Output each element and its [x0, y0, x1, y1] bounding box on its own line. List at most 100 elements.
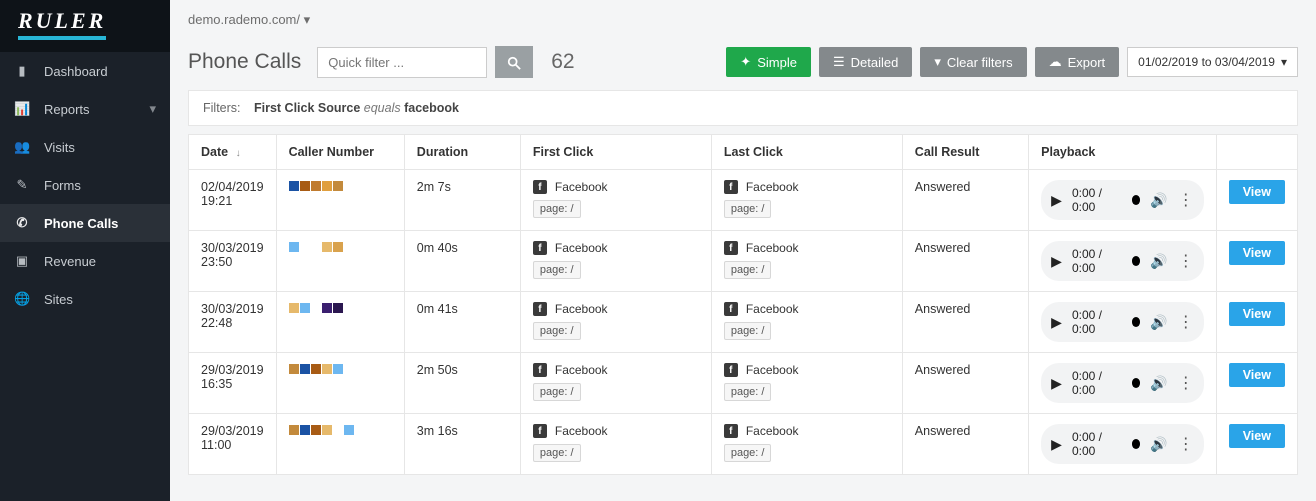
click-source: Facebook — [555, 180, 608, 194]
audio-player[interactable]: ▶0:00 / 0:00🔊⋮ — [1041, 363, 1204, 403]
clear-filters-button[interactable]: ▾ Clear filters — [920, 47, 1026, 77]
more-icon[interactable]: ⋮ — [1178, 251, 1194, 271]
audio-time: 0:00 / 0:00 — [1072, 430, 1122, 458]
play-button[interactable]: ▶ — [1051, 375, 1062, 392]
table-row: 29/03/201911:003m 16sfFacebookpage: /fFa… — [189, 414, 1298, 475]
more-icon[interactable]: ⋮ — [1178, 190, 1194, 210]
cell-actions: View — [1216, 231, 1297, 292]
facebook-icon: f — [533, 241, 547, 255]
more-icon[interactable]: ⋮ — [1178, 312, 1194, 332]
sidebar: RULER ▮Dashboard📊Reports▾👥Visits✎Forms✆P… — [0, 0, 170, 501]
progress-handle[interactable] — [1132, 317, 1141, 327]
sidebar-item-visits[interactable]: 👥Visits — [0, 128, 170, 166]
magic-icon: ✦ — [740, 54, 751, 70]
more-icon[interactable]: ⋮ — [1178, 373, 1194, 393]
click-source: Facebook — [746, 424, 799, 438]
audio-player[interactable]: ▶0:00 / 0:00🔊⋮ — [1041, 302, 1204, 342]
cell-duration: 2m 50s — [404, 353, 520, 414]
page-chip[interactable]: page: / — [533, 444, 581, 462]
detailed-button[interactable]: ☰ Detailed — [819, 47, 912, 77]
cell-last-click: fFacebookpage: / — [711, 231, 902, 292]
cell-date: 29/03/201911:00 — [189, 414, 277, 475]
cell-date: 30/03/201922:48 — [189, 292, 277, 353]
facebook-icon: f — [724, 424, 738, 438]
audio-player[interactable]: ▶ 0:00 / 0:00 🔊 ⋮ — [1041, 180, 1204, 220]
toolbar: Phone Calls 62 ✦ Simple ☰ Detailed ▾ Cle… — [170, 40, 1316, 90]
audio-player[interactable]: ▶ 0:00 / 0:00 🔊 ⋮ — [1041, 241, 1204, 281]
view-button[interactable]: View — [1229, 363, 1285, 387]
cell-duration: 0m 40s — [404, 231, 520, 292]
breadcrumb[interactable]: demo.rademo.com/ ▾ — [170, 0, 1316, 40]
breadcrumb-host[interactable]: demo.rademo.com/ — [188, 12, 300, 27]
play-button[interactable]: ▶ — [1051, 436, 1062, 453]
brand-logo[interactable]: RULER — [0, 0, 170, 52]
audio-time: 0:00 / 0:00 — [1072, 186, 1122, 214]
more-icon[interactable]: ⋮ — [1178, 434, 1194, 454]
audio-time: 0:00 / 0:00 — [1072, 247, 1122, 275]
date-range-picker[interactable]: 01/02/2019 to 03/04/2019 ▾ — [1127, 47, 1298, 77]
page-chip[interactable]: page: / — [724, 200, 772, 218]
chevron-down-icon[interactable]: ▾ — [304, 12, 311, 27]
sidebar-item-revenue[interactable]: ▣Revenue — [0, 242, 170, 280]
caller-number-redacted — [289, 424, 392, 438]
volume-icon[interactable]: 🔊 — [1150, 253, 1167, 270]
col-date[interactable]: Date ↓ — [189, 135, 277, 170]
play-button[interactable]: ▶ — [1051, 314, 1062, 331]
audio-player[interactable]: ▶ 0:00 / 0:00 🔊 ⋮ — [1041, 424, 1204, 464]
cell-last-click: fFacebookpage: / — [711, 353, 902, 414]
facebook-icon: f — [724, 302, 738, 316]
col-playback[interactable]: Playback — [1029, 135, 1217, 170]
page-chip[interactable]: page: / — [724, 444, 772, 462]
cell-caller — [276, 231, 404, 292]
facebook-icon: f — [724, 180, 738, 194]
export-button[interactable]: ☁ Export — [1035, 47, 1120, 77]
click-source: Facebook — [746, 363, 799, 377]
page-chip[interactable]: page: / — [533, 383, 581, 401]
view-button[interactable]: View — [1229, 180, 1285, 204]
play-button[interactable]: ▶ — [1051, 253, 1062, 270]
cell-playback: ▶0:00 / 0:00🔊⋮ — [1029, 353, 1217, 414]
page-chip[interactable]: page: / — [533, 200, 581, 218]
facebook-icon: f — [533, 180, 547, 194]
volume-icon[interactable]: 🔊 — [1150, 375, 1167, 392]
view-button[interactable]: View — [1229, 241, 1285, 265]
col-first[interactable]: First Click — [520, 135, 711, 170]
progress-handle[interactable] — [1132, 439, 1141, 449]
page-chip[interactable]: page: / — [533, 322, 581, 340]
view-button[interactable]: View — [1229, 302, 1285, 326]
cell-result: Answered — [902, 170, 1028, 231]
volume-icon[interactable]: 🔊 — [1150, 192, 1167, 209]
page-chip[interactable]: page: / — [724, 322, 772, 340]
cell-first-click: f Facebook page: / — [520, 170, 711, 231]
play-button[interactable]: ▶ — [1051, 192, 1062, 209]
volume-icon[interactable]: 🔊 — [1150, 436, 1167, 453]
caller-number-redacted — [289, 363, 392, 377]
page-chip[interactable]: page: / — [533, 261, 581, 279]
search-button[interactable] — [495, 46, 533, 78]
sidebar-item-dashboard[interactable]: ▮Dashboard — [0, 52, 170, 90]
cell-last-click: fFacebookpage: / — [711, 292, 902, 353]
progress-handle[interactable] — [1132, 256, 1141, 266]
sidebar-item-reports[interactable]: 📊Reports▾ — [0, 90, 170, 128]
cell-actions: View — [1216, 170, 1297, 231]
volume-icon[interactable]: 🔊 — [1150, 314, 1167, 331]
sidebar-item-sites[interactable]: 🌐Sites — [0, 280, 170, 318]
progress-handle[interactable] — [1132, 378, 1141, 388]
sidebar-item-label: Phone Calls — [44, 216, 118, 231]
click-source: Facebook — [555, 363, 608, 377]
cell-actions: View — [1216, 353, 1297, 414]
cell-date: 30/03/201923:50 — [189, 231, 277, 292]
progress-handle[interactable] — [1132, 195, 1141, 205]
quick-filter-input[interactable] — [317, 47, 487, 78]
view-button[interactable]: View — [1229, 424, 1285, 448]
sidebar-item-forms[interactable]: ✎Forms — [0, 166, 170, 204]
sidebar-item-phone-calls[interactable]: ✆Phone Calls — [0, 204, 170, 242]
col-duration[interactable]: Duration — [404, 135, 520, 170]
col-caller[interactable]: Caller Number — [276, 135, 404, 170]
page-chip[interactable]: page: / — [724, 383, 772, 401]
simple-button[interactable]: ✦ Simple — [726, 47, 811, 77]
col-last[interactable]: Last Click — [711, 135, 902, 170]
page-chip[interactable]: page: / — [724, 261, 772, 279]
page-title: Phone Calls — [188, 50, 301, 74]
col-result[interactable]: Call Result — [902, 135, 1028, 170]
